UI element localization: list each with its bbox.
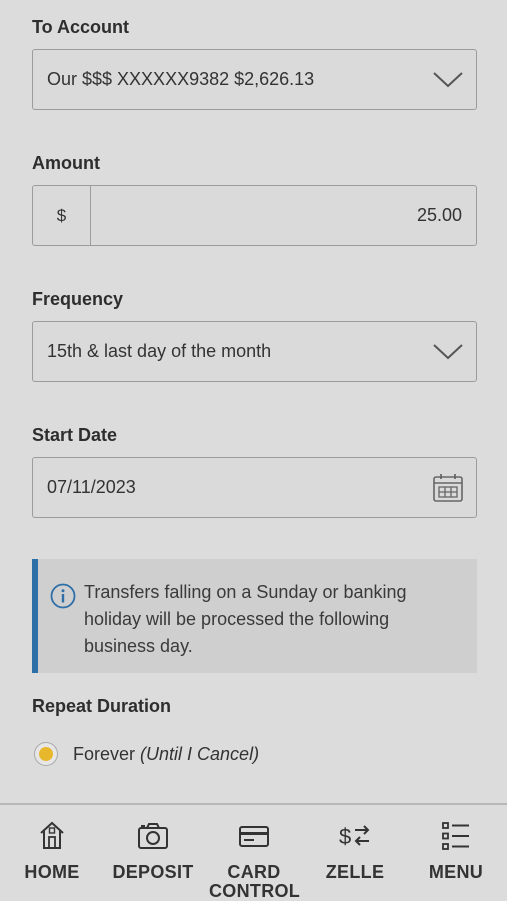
amount-input[interactable]: 25.00 [91,205,476,226]
amount-field[interactable]: $ 25.00 [32,185,477,246]
start-date-value: 07/11/2023 [47,477,136,497]
nav-menu-label: MENU [428,862,484,882]
dollar-transfer-icon: $ [339,824,370,849]
nav-zelle-label: ZELLE [325,862,385,882]
nav-menu[interactable]: MENU [406,819,506,882]
nav-zelle[interactable]: $ ZELLE [305,819,405,882]
radio-button[interactable] [34,742,58,766]
menu-list-icon [442,822,469,850]
info-icon [50,583,76,609]
to-account-select[interactable]: Our $$$ XXXXXX9382 $2,626.13 [32,49,477,110]
repeat-option-main: Forever [73,743,136,764]
nav-home-label: HOME [24,862,80,882]
svg-text:$: $ [339,824,351,849]
info-notice: Transfers falling on a Sunday or banking… [32,559,477,673]
frequency-select[interactable]: 15th & last day of the month [32,321,477,382]
frequency-label: Frequency [32,289,124,309]
camera-icon [138,823,168,849]
chevron-down-icon [433,71,463,87]
chevron-down-icon [433,343,463,359]
nav-card-control[interactable]: CARD CONTROL [204,819,304,901]
to-account-value: Our $$$ XXXXXX9382 $2,626.13 [47,69,315,89]
calendar-icon[interactable] [432,472,464,504]
repeat-option-label: Forever (Until I Cancel) [73,744,259,765]
repeat-option-note: (Until I Cancel) [140,743,260,764]
nav-card-control-label: CARD CONTROL [209,862,301,901]
currency-symbol: $ [33,186,91,245]
amount-label: Amount [32,153,100,173]
frequency-value: 15th & last day of the month [47,341,272,361]
repeat-duration-label: Repeat Duration [32,696,172,716]
nav-deposit[interactable]: DEPOSIT [103,819,203,882]
nav-home[interactable]: HOME [2,819,102,882]
notice-text: Transfers falling on a Sunday or banking… [84,582,407,656]
home-icon [40,821,64,849]
start-date-field[interactable]: 07/11/2023 [32,457,477,518]
credit-card-icon [239,826,269,847]
repeat-option-forever[interactable]: Forever (Until I Cancel) [34,742,259,766]
nav-deposit-label: DEPOSIT [112,862,194,882]
to-account-label: To Account [32,17,129,37]
bottom-nav: HOME DEPOSIT CARD CONTROL $ ZELLE MENU [0,803,507,901]
start-date-label: Start Date [32,425,118,445]
radio-selected-dot [39,747,53,761]
